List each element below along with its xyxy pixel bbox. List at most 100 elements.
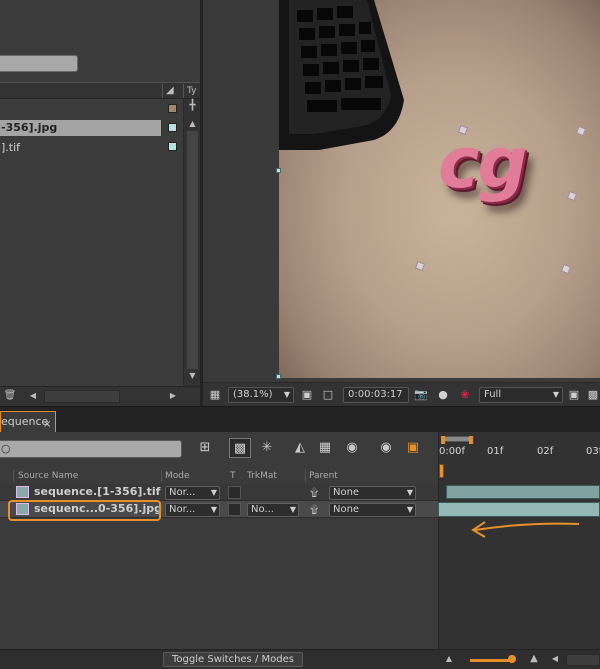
preserve-transparency-checkbox[interactable] (228, 486, 241, 499)
mode-value: Nor... (169, 504, 196, 515)
mode-dropdown[interactable]: Nor... ▼ (165, 486, 220, 500)
decor-dot (566, 190, 578, 202)
shy-layers-icon[interactable]: ◭ (289, 438, 311, 458)
layer-duration-bar[interactable] (438, 502, 600, 517)
tab-label: equence (1, 415, 49, 428)
zoom-in-icon[interactable]: ▲ (526, 652, 542, 666)
ruler-tick-label: 03f (586, 446, 600, 457)
hierarchy-icon[interactable]: ╋ (186, 99, 199, 113)
mode-header[interactable]: Mode (165, 470, 190, 482)
trash-icon[interactable]: 🗑 (3, 389, 17, 403)
current-time-display[interactable]: 0:00:03:17 (343, 387, 409, 403)
mini-flowchart-icon[interactable]: ⊞ (194, 438, 216, 458)
work-area-bar[interactable] (441, 436, 473, 444)
scroll-up-icon[interactable]: ▲ (186, 117, 199, 131)
pick-whip-icon[interactable]: ۩ (310, 486, 318, 500)
parent-dropdown[interactable]: None ▼ (329, 486, 416, 500)
motion-blur-icon[interactable]: ◉ (341, 438, 363, 458)
search-icon: ○ (1, 442, 11, 455)
source-name-header[interactable]: Source Name (18, 470, 78, 482)
arrow-annotation-icon (471, 521, 580, 538)
project-item-name: ].tif (1, 141, 21, 154)
timeline-footer: Toggle Switches / Modes ▲ ▲ ◀ (0, 649, 600, 669)
ruler-tick-label: 01f (487, 446, 504, 457)
transparency-grid-icon[interactable]: ▩ (586, 388, 600, 402)
camera-icon[interactable]: 📷 (414, 388, 428, 402)
draft-3d-icon[interactable]: ✳ (256, 438, 278, 458)
scroll-left-icon[interactable]: ◀ (549, 652, 561, 666)
fast-preview-icon[interactable]: ▣ (567, 388, 581, 402)
graph-editor-icon[interactable]: ▣ (402, 438, 424, 458)
work-area-end-handle[interactable] (469, 436, 473, 444)
chevron-down-icon: ▼ (283, 390, 290, 399)
layer-name[interactable]: sequence.[1-356].tif (34, 485, 160, 499)
chevron-down-icon: ▼ (210, 505, 217, 514)
scrollbar-thumb[interactable] (187, 131, 198, 369)
resolution-dropdown[interactable]: Full ▼ (479, 387, 563, 403)
column-separator (161, 470, 162, 482)
column-separator (305, 470, 306, 482)
show-snapshot-icon[interactable]: ● (436, 388, 450, 402)
layer-handle[interactable] (276, 168, 281, 173)
parent-dropdown[interactable]: None ▼ (329, 503, 416, 517)
trkmat-dropdown[interactable]: No... ▼ (247, 503, 299, 517)
region-of-interest-icon[interactable]: □ (321, 388, 335, 402)
tab-sequence[interactable]: equence × (0, 411, 56, 433)
timeline-horizontal-scrollbar[interactable] (566, 654, 600, 666)
layer-column-headers: Source Name Mode T TrkMat Parent (0, 470, 438, 484)
magnification-dropdown[interactable]: (38.1%) ▼ (228, 387, 294, 403)
horizontal-scrollbar[interactable] (44, 390, 120, 403)
project-item[interactable]: ].tif (0, 140, 161, 156)
column-separator (162, 84, 163, 98)
frame-blending-icon[interactable]: ▦ (314, 438, 336, 458)
t-header[interactable]: T (230, 470, 236, 482)
timeline-graph-area[interactable] (438, 432, 600, 649)
time-ruler[interactable]: 0:00f 01f 02f 03f (438, 446, 600, 464)
scroll-right-icon[interactable]: ▶ (167, 389, 179, 403)
scroll-down-icon[interactable]: ▼ (186, 369, 199, 383)
magnification-value: (38.1%) (233, 389, 273, 400)
work-area-start-handle[interactable] (441, 436, 445, 444)
monitor-icon[interactable]: ▦ (208, 388, 222, 402)
zoom-slider-knob[interactable] (508, 655, 516, 663)
type-column-header[interactable]: Ty (187, 86, 196, 96)
column-separator (13, 470, 14, 482)
layer-row[interactable]: sequence.[1-356].tif Nor... ▼ ۩ None ▼ (0, 484, 438, 501)
project-search-input[interactable] (0, 55, 78, 72)
project-item[interactable]: -356].jpg (0, 120, 161, 136)
fit-frame-icon[interactable]: ▣ (300, 388, 314, 402)
preserve-transparency-checkbox[interactable] (228, 503, 241, 516)
comp-button-icon[interactable]: ▩ (229, 438, 251, 458)
label-swatch[interactable] (168, 123, 177, 132)
parent-header[interactable]: Parent (309, 470, 338, 482)
project-panel: ◢ Ty -356].jpg ].tif ╋ ▲ ▼ 🗑 ◀ ▶ (0, 0, 200, 406)
brainstorm-icon[interactable]: ◉ (375, 438, 397, 458)
color-channels-icon[interactable]: ❀ (458, 388, 472, 402)
layer-handle[interactable] (276, 374, 281, 379)
layer-duration-bar[interactable] (446, 485, 600, 499)
project-footer: 🗑 ◀ ▶ (0, 386, 200, 406)
decor-dot (560, 263, 572, 275)
trkmat-value: No... (251, 504, 274, 515)
label-swatch[interactable] (168, 104, 177, 113)
mode-dropdown[interactable]: Nor... ▼ (165, 503, 220, 517)
scroll-left-icon[interactable]: ◀ (27, 389, 39, 403)
toggle-switches-modes-button[interactable]: Toggle Switches / Modes (163, 652, 303, 667)
mode-value: Nor... (169, 487, 196, 498)
project-vertical-scrollbar[interactable]: ╋ ▲ ▼ (183, 99, 200, 389)
pick-whip-icon[interactable]: ۩ (310, 503, 318, 517)
label-tag-icon[interactable]: ◢ (166, 85, 178, 97)
zoom-out-icon[interactable]: ▲ (443, 652, 455, 666)
project-item-name: -356].jpg (1, 121, 58, 134)
label-swatch[interactable] (168, 142, 177, 151)
chevron-down-icon: ▼ (406, 488, 413, 497)
decor-dot (575, 125, 587, 137)
parent-value: None (333, 487, 360, 498)
3d-text-layer[interactable]: cg (438, 128, 528, 198)
current-time-indicator[interactable] (439, 464, 444, 478)
project-column-header: ◢ Ty (0, 82, 200, 99)
trkmat-header[interactable]: TrkMat (247, 470, 277, 482)
chevron-down-icon: ▼ (210, 488, 217, 497)
timeline-search-input[interactable]: ○ (0, 440, 182, 458)
ruler-tick-label: 0:00f (439, 446, 465, 457)
